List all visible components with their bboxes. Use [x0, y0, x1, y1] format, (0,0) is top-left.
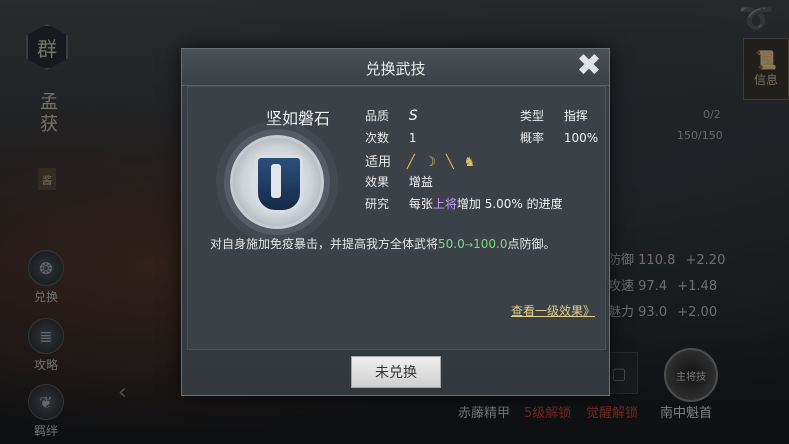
type-row: 类型 指挥 [520, 107, 588, 124]
quality-value: S [408, 108, 418, 124]
suitable-row: 适用 ╱ ☽ ╲ ♞ [365, 151, 475, 170]
quality-row: 品质 S [365, 107, 418, 124]
close-icon[interactable]: ✖ [571, 49, 607, 85]
count-row: 次数 1 [365, 129, 416, 146]
sword-icon: ╱ [406, 155, 415, 170]
effect-value: 增益 [408, 175, 433, 189]
research-prefix: 每张 [408, 197, 433, 211]
effect-row: 效果 增益 [365, 173, 433, 190]
shield-icon [255, 155, 303, 213]
type-label: 类型 [520, 109, 545, 123]
horse-icon: ♞ [463, 155, 476, 170]
desc-value-to: 100.0 [473, 237, 508, 251]
dialog-title: 兑换武技 [365, 60, 426, 78]
research-keyword: 上将 [432, 197, 457, 211]
effect-label: 效果 [365, 175, 390, 189]
type-value: 指挥 [563, 109, 588, 123]
dialog-header: 兑换武技 ✖ [182, 49, 609, 86]
arrow-icon: → [464, 240, 474, 251]
count-label: 次数 [365, 131, 390, 145]
count-value: 1 [408, 131, 417, 145]
skill-name: 坚如磐石 [265, 109, 330, 128]
rate-label: 概率 [520, 131, 545, 145]
skill-emblem [230, 135, 324, 229]
rate-row: 概率 100% [520, 129, 598, 146]
research-row: 研究 每张上将增加 5.00% 的进度 [365, 195, 563, 212]
research-label: 研究 [365, 197, 390, 211]
bow-icon: ☽ [424, 155, 437, 170]
skill-description: 对自身施加免疫暴击，并提高我方全体武将50.0→100.0点防御。 [210, 235, 600, 252]
desc-value-from: 50.0 [438, 237, 465, 251]
dialog-body: 坚如磐石 品质 S 次数 1 适用 ╱ ☽ ╲ ♞ 效果 增益 研究 每张上将增… [187, 86, 606, 350]
view-level1-effect-link[interactable]: 查看一级效果》 [511, 302, 595, 319]
quality-label: 品质 [365, 109, 390, 123]
desc-text: 对自身施加免疫暴击，并提高我方全体武将 [210, 237, 439, 251]
research-suffix: 增加 5.00% 的进度 [456, 197, 563, 211]
exchange-button[interactable]: 未兑换 [351, 356, 441, 388]
spear-icon: ╲ [445, 155, 454, 170]
rate-value: 100% [563, 131, 599, 145]
research-value: 每张上将增加 5.00% 的进度 [409, 197, 563, 211]
desc-suffix: 点防御。 [507, 237, 556, 251]
suitable-label: 适用 [365, 155, 392, 170]
exchange-skill-dialog: 兑换武技 ✖ 坚如磐石 品质 S 次数 1 适用 ╱ ☽ ╲ ♞ 效果 增益 研… [181, 48, 610, 396]
